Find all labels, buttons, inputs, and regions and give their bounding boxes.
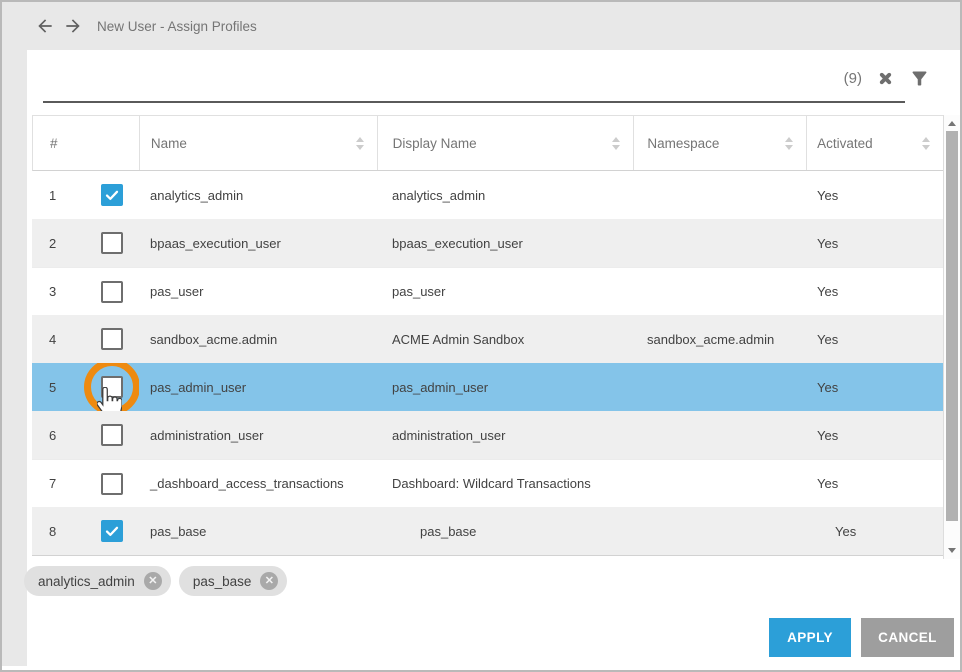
sort-icon[interactable]: [356, 137, 364, 150]
row-number: 8: [49, 524, 56, 539]
row-checkbox[interactable]: [101, 424, 123, 446]
cell-name: _dashboard_access_transactions: [139, 460, 377, 507]
scrollbar-thumb[interactable]: [946, 131, 958, 521]
cell-namespace: [634, 219, 807, 267]
table-row[interactable]: 7 _dashboard_access_transactions Dashboa…: [32, 459, 943, 507]
row-number: 7: [49, 476, 56, 491]
row-checkbox[interactable]: [101, 473, 123, 495]
cell-name: analytics_admin: [139, 171, 377, 219]
table-row[interactable]: 6 administration_user administration_use…: [32, 411, 943, 459]
cell-display-name: bpaas_execution_user: [377, 219, 634, 267]
cell-name: administration_user: [139, 411, 377, 459]
table-scrollbar[interactable]: [943, 115, 960, 559]
table-row[interactable]: 8 pas_base pas_base Yes: [32, 507, 943, 555]
cell-namespace: sandbox_acme.admin: [634, 315, 807, 363]
row-checkbox[interactable]: [101, 184, 123, 206]
column-header-number: #: [33, 116, 140, 170]
cell-name: sandbox_acme.admin: [139, 315, 377, 363]
table-body: 1 analytics_admin analytics_admin Yes 2: [32, 171, 943, 556]
checkmark-icon: [104, 187, 120, 203]
cell-activated: Yes: [807, 460, 943, 507]
table-row[interactable]: 3 pas_user pas_user Yes: [32, 267, 943, 315]
column-header-display-name[interactable]: Display Name: [378, 116, 635, 170]
row-number: 3: [49, 284, 56, 299]
table-header: # Name Display Name Namespace Activated: [32, 115, 943, 171]
scrollbar-down-icon[interactable]: [948, 548, 956, 553]
cell-display-name: pas_admin_user: [377, 363, 634, 411]
row-checkbox[interactable]: [101, 232, 123, 254]
cell-activated: Yes: [807, 219, 943, 267]
cell-activated: Yes: [807, 411, 943, 459]
cell-display-name: analytics_admin: [377, 171, 634, 219]
profile-tag: pas_base ✕: [179, 566, 288, 596]
sort-icon[interactable]: [612, 137, 620, 150]
sort-icon[interactable]: [922, 137, 930, 150]
cell-activated: Yes: [807, 507, 943, 555]
cell-namespace: [634, 507, 807, 555]
tag-remove-icon[interactable]: ✕: [144, 572, 162, 590]
cell-namespace: [634, 363, 807, 411]
profiles-table: # Name Display Name Namespace Activated …: [32, 115, 943, 556]
cell-name: pas_admin_user: [139, 363, 377, 411]
cell-display-name: administration_user: [377, 411, 634, 459]
row-number: 6: [49, 428, 56, 443]
cell-activated: Yes: [807, 171, 943, 219]
profile-filter-input[interactable]: [43, 62, 837, 102]
cell-display-name: pas_user: [377, 268, 634, 315]
row-checkbox[interactable]: [101, 520, 123, 542]
topbar: New User - Assign Profiles: [2, 2, 960, 50]
column-header-name[interactable]: Name: [140, 116, 378, 170]
row-checkbox[interactable]: [101, 376, 123, 398]
cell-namespace: [634, 171, 807, 219]
clear-filter-icon[interactable]: [877, 70, 894, 87]
result-count: (9): [844, 70, 862, 87]
cell-display-name: ACME Admin Sandbox: [377, 315, 634, 363]
filter-funnel-icon[interactable]: [909, 68, 930, 89]
cell-activated: Yes: [807, 268, 943, 315]
profile-tag-label: analytics_admin: [38, 574, 135, 589]
table-row[interactable]: 4 sandbox_acme.admin ACME Admin Sandbox …: [32, 315, 943, 363]
footer-actions: APPLY CANCEL: [769, 618, 954, 657]
row-number: 5: [49, 380, 56, 395]
forward-arrow-icon[interactable]: [63, 16, 83, 36]
tag-remove-icon[interactable]: ✕: [260, 572, 278, 590]
table-row[interactable]: 1 analytics_admin analytics_admin Yes: [32, 171, 943, 219]
cell-namespace: [634, 268, 807, 315]
cell-name: pas_base: [139, 507, 377, 555]
selected-profiles-tags: analytics_admin ✕ pas_base ✕: [24, 566, 287, 596]
cancel-button[interactable]: CANCEL: [861, 618, 954, 657]
cell-name: pas_user: [139, 268, 377, 315]
table-row[interactable]: 2 bpaas_execution_user bpaas_execution_u…: [32, 219, 943, 267]
cell-activated: Yes: [807, 363, 943, 411]
page-title: New User - Assign Profiles: [97, 19, 257, 34]
cell-activated: Yes: [807, 315, 943, 363]
row-checkbox[interactable]: [101, 328, 123, 350]
sort-icon[interactable]: [785, 137, 793, 150]
checkmark-icon: [104, 523, 120, 539]
column-header-activated[interactable]: Activated: [807, 116, 943, 170]
column-header-namespace[interactable]: Namespace: [634, 116, 807, 170]
row-number: 2: [49, 236, 56, 251]
filter-bar: (9): [29, 50, 960, 115]
row-number: 1: [49, 188, 56, 203]
cell-namespace: [634, 411, 807, 459]
click-indicator-ring: [84, 363, 139, 411]
search-underline: [43, 101, 905, 103]
cell-display-name: Dashboard: Wildcard Transactions: [377, 460, 634, 507]
table-row[interactable]: 5 pas_admin_user pas_admin_user Yes: [32, 363, 943, 411]
profile-tag-label: pas_base: [193, 574, 252, 589]
cell-name: bpaas_execution_user: [139, 219, 377, 267]
cell-display-name: pas_base: [377, 507, 634, 555]
cell-namespace: [634, 460, 807, 507]
profile-tag: analytics_admin ✕: [24, 566, 171, 596]
hand-cursor-icon: [97, 387, 122, 411]
assign-profiles-dialog: New User - Assign Profiles (9) # Name: [0, 0, 962, 672]
row-checkbox[interactable]: [101, 281, 123, 303]
apply-button[interactable]: APPLY: [769, 618, 851, 657]
scrollbar-up-icon[interactable]: [948, 121, 956, 126]
back-arrow-icon[interactable]: [35, 16, 55, 36]
row-number: 4: [49, 332, 56, 347]
